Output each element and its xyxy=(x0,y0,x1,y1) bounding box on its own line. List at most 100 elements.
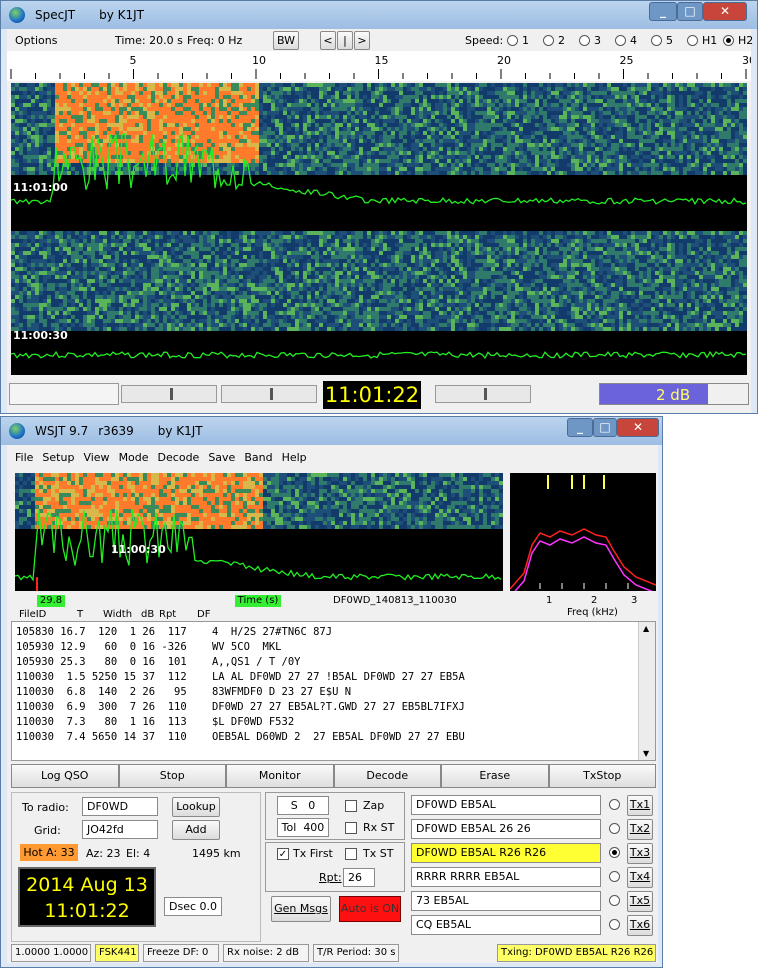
waterfall-cell xyxy=(463,243,467,247)
waterfall-cell xyxy=(311,115,315,119)
nav-right-button[interactable]: > xyxy=(354,31,370,50)
waterfall-cell xyxy=(391,171,395,175)
waterfall-cell xyxy=(407,143,411,147)
waterfall-cell xyxy=(459,235,463,239)
waterfall-cell xyxy=(575,119,579,123)
close-button[interactable]: ✕ xyxy=(703,2,747,21)
waterfall-cell xyxy=(251,143,255,147)
waterfall-cell xyxy=(319,115,323,119)
waterfall-cell xyxy=(407,151,411,155)
waterfall-cell xyxy=(339,95,343,99)
waterfall-cell xyxy=(291,123,295,127)
waterfall-cell xyxy=(643,123,647,127)
waterfall-cell xyxy=(335,171,339,175)
speed-radio-2[interactable] xyxy=(543,35,554,46)
waterfall-cell xyxy=(563,111,567,115)
maximize-button[interactable]: □ xyxy=(677,2,703,21)
waterfall-cell xyxy=(739,155,743,159)
waterfall-cell xyxy=(15,167,19,171)
speed-radio-h2[interactable] xyxy=(723,35,734,46)
waterfall-cell xyxy=(579,143,583,147)
waterfall-cell xyxy=(443,135,447,139)
waterfall-cell xyxy=(479,139,483,143)
waterfall-cell xyxy=(379,167,383,171)
waterfall-cell xyxy=(627,155,631,159)
waterfall-cell xyxy=(331,115,335,119)
waterfall-cell xyxy=(491,231,495,235)
waterfall-cell xyxy=(683,163,687,167)
waterfall-cell xyxy=(459,131,463,135)
waterfall-cell xyxy=(359,139,363,143)
waterfall-cell xyxy=(427,239,431,243)
waterfall-cell xyxy=(675,115,679,119)
waterfall-cell xyxy=(603,135,607,139)
waterfall-cell xyxy=(203,239,207,243)
waterfall-cell xyxy=(323,135,327,139)
speed-radio-4[interactable] xyxy=(615,35,626,46)
waterfall-cell xyxy=(627,107,631,111)
waterfall-cell xyxy=(63,95,67,99)
waterfall-cell xyxy=(507,119,511,123)
waterfall-cell xyxy=(251,235,255,239)
waterfall-cell xyxy=(295,99,299,103)
waterfall-cell xyxy=(255,103,259,107)
waterfall-cell xyxy=(523,115,527,119)
waterfall-cell xyxy=(327,171,331,175)
waterfall-cell xyxy=(83,87,87,91)
waterfall-cell xyxy=(279,135,283,139)
waterfall-cell xyxy=(219,83,223,87)
speed-radio-5[interactable] xyxy=(651,35,662,46)
waterfall-cell xyxy=(383,123,387,127)
waterfall-cell xyxy=(695,91,699,95)
waterfall-cell xyxy=(379,135,383,139)
waterfall-cell xyxy=(583,95,587,99)
waterfall-cell xyxy=(243,83,247,87)
waterfall-cell xyxy=(531,239,535,243)
bw-button[interactable]: BW xyxy=(273,31,299,50)
waterfall-cell xyxy=(527,135,531,139)
waterfall-cell xyxy=(427,131,431,135)
waterfall-cell xyxy=(435,91,439,95)
waterfall-cell xyxy=(139,115,143,119)
waterfall-cell xyxy=(567,163,571,167)
waterfall-cell xyxy=(123,159,127,163)
waterfall-cell xyxy=(451,123,455,127)
waterfall-cell xyxy=(19,119,23,123)
waterfall-cell xyxy=(139,139,143,143)
waterfall-cell xyxy=(371,239,375,243)
waterfall-cell xyxy=(11,115,15,119)
options-menu[interactable]: Options xyxy=(15,34,57,47)
waterfall-cell xyxy=(299,155,303,159)
waterfall-cell xyxy=(603,143,607,147)
waterfall-cell xyxy=(483,119,487,123)
waterfall-cell xyxy=(587,99,591,103)
waterfall-cell xyxy=(399,119,403,123)
waterfall-cell xyxy=(575,115,579,119)
minimize-button[interactable]: _ xyxy=(649,2,677,21)
waterfall-cell xyxy=(11,119,15,123)
waterfall-cell xyxy=(51,95,55,99)
waterfall-cell xyxy=(519,151,523,155)
waterfall-cell xyxy=(383,163,387,167)
waterfall-cell xyxy=(467,91,471,95)
waterfall-cell xyxy=(699,171,703,175)
waterfall-cell xyxy=(511,135,515,139)
waterfall-cell xyxy=(635,83,639,87)
waterfall-cell xyxy=(315,103,319,107)
speed-radio-3[interactable] xyxy=(579,35,590,46)
waterfall-cell xyxy=(207,123,211,127)
waterfall-cell xyxy=(387,87,391,91)
speed-radio-1[interactable] xyxy=(507,35,518,46)
nav-mid-button[interactable]: | xyxy=(337,31,353,50)
waterfall-cell xyxy=(351,103,355,107)
nav-left-button[interactable]: < xyxy=(320,31,336,50)
waterfall-cell xyxy=(551,103,555,107)
waterfall-cell xyxy=(11,231,15,235)
waterfall-cell xyxy=(175,235,179,239)
waterfall-cell xyxy=(163,127,167,131)
waterfall-cell xyxy=(607,127,611,131)
specjt-titlebar[interactable]: SpecJT by K1JT _ □ ✕ xyxy=(1,1,757,29)
waterfall-cell xyxy=(471,243,475,247)
speed-radio-h1[interactable] xyxy=(687,35,698,46)
waterfall-cell xyxy=(263,239,267,243)
